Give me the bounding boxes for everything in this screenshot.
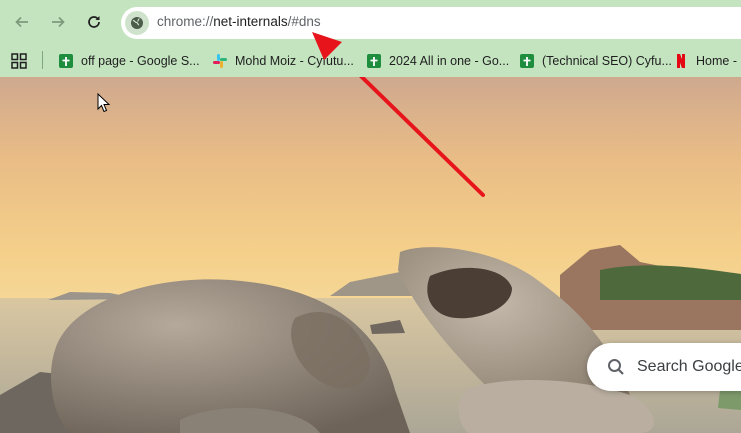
browser-toolbar: chrome://net-internals/#dns [0,0,741,45]
bookmark-label: off page - Google S... [81,54,200,68]
bookmark-item[interactable]: Home - [673,52,737,70]
site-info-icon[interactable] [125,11,149,35]
bookmark-label: 2024 All in one - Go... [389,54,510,68]
bookmark-label: (Technical SEO) Cyfu... [542,54,672,68]
new-tab-page: Search Google [0,77,741,433]
arrow-left-icon [15,16,28,28]
search-icon [608,359,624,375]
bookmark-item[interactable]: off page - Google S... [58,52,200,70]
red-arrowhead [312,32,342,60]
mouse-cursor-icon [97,93,111,113]
url-scheme: chrome:// [157,14,214,29]
globe-icon [131,17,143,29]
bookmark-label: Home - [696,54,737,68]
google-sheets-icon [367,54,381,68]
google-search-box[interactable]: Search Google [587,343,741,391]
url-host: net-internals [213,14,288,29]
back-button[interactable] [8,8,36,36]
netflix-icon [677,54,685,68]
reload-button[interactable] [80,8,108,36]
arrow-right-icon [52,16,65,28]
google-sheets-icon [520,54,534,68]
search-placeholder: Search Google [637,358,741,375]
apps-grid-icon[interactable] [11,53,27,69]
bookmarks-bar: off page - Google S... Mohd Moiz - Cyfut… [0,45,741,77]
reload-icon [88,16,100,28]
slack-icon [213,54,227,68]
forward-button[interactable] [44,8,72,36]
url-path: /#dns [287,14,321,29]
bookmark-item[interactable]: 2024 All in one - Go... [366,52,509,70]
bookmark-item[interactable]: (Technical SEO) Cyfu... [519,52,672,70]
google-sheets-icon [59,54,73,68]
bookmarks-separator [42,51,43,69]
address-bar[interactable]: chrome://net-internals/#dns [121,7,741,39]
url-text[interactable]: chrome://net-internals/#dns [157,14,321,29]
